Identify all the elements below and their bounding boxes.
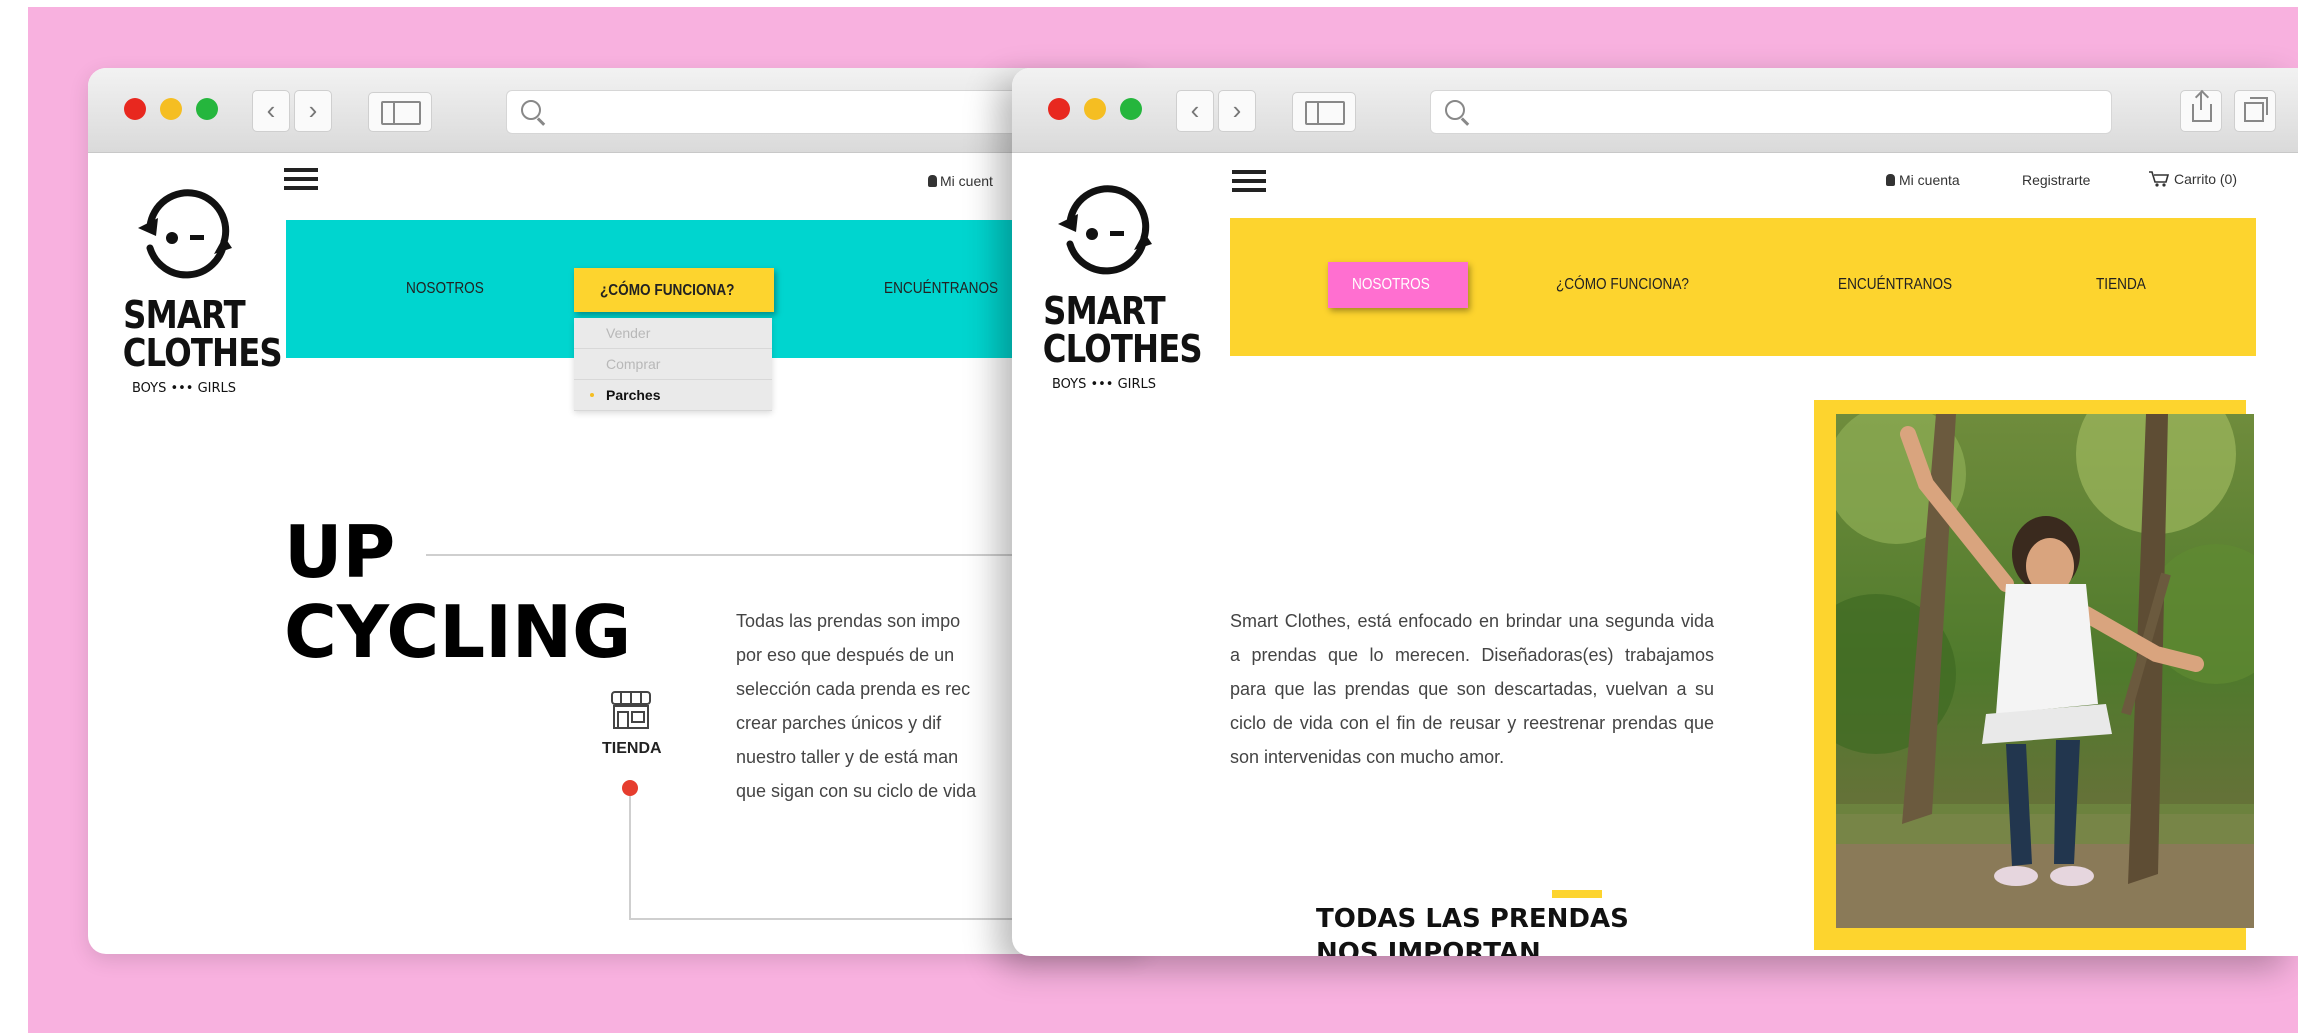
- chevron-left-icon: ‹: [1190, 95, 1200, 125]
- minimize-window-button[interactable]: [1084, 98, 1106, 120]
- search-icon: [1445, 100, 1465, 120]
- dropdown-menu: Vender Comprar Parches: [574, 318, 772, 411]
- timeline-dot: [622, 780, 638, 796]
- hero-title-line1: UP: [284, 510, 396, 594]
- sidebar-icon: [381, 101, 421, 125]
- menu-item-como-funciona[interactable]: ¿CÓMO FUNCIONA?: [574, 268, 774, 312]
- account-link[interactable]: Mi cuenta: [1886, 172, 1960, 188]
- browser-window-left: ‹ › Mi cuent SMART CLOTHES BOYS ••• GIRL…: [88, 68, 1148, 954]
- cart-icon: [2148, 170, 2170, 191]
- address-bar[interactable]: [1430, 90, 2112, 134]
- about-paragraph: Smart Clothes, está enfocado en brindar …: [1230, 611, 1714, 767]
- menu-item-encuentranos[interactable]: ENCUÉNTRANOS: [1838, 276, 1952, 294]
- menu-item-nosotros[interactable]: NOSOTROS: [406, 280, 484, 298]
- headline: TODAS LAS PRENDAS NOS IMPORTAN: [1316, 904, 1629, 956]
- menu-item-como-funciona[interactable]: ¿CÓMO FUNCIONA?: [1556, 276, 1689, 294]
- user-icon: [1886, 174, 1895, 186]
- hero-title-line2: CYCLING: [284, 590, 632, 674]
- sidebar-icon: [1305, 101, 1345, 125]
- sidebar-toggle-button[interactable]: [368, 92, 432, 132]
- smart-clothes-logo[interactable]: SMART CLOTHES BOYS ••• GIRLS: [1032, 180, 1203, 394]
- chevron-left-icon: ‹: [266, 95, 276, 125]
- chevron-right-icon: ›: [308, 95, 318, 125]
- menu-item-nosotros[interactable]: NOSOTROS: [1328, 262, 1468, 308]
- sidebar-toggle-button[interactable]: [1292, 92, 1356, 132]
- menu-item-tienda[interactable]: TIENDA: [2096, 276, 2146, 294]
- hamburger-menu-icon[interactable]: [284, 168, 318, 192]
- close-window-button[interactable]: [124, 98, 146, 120]
- main-menu-bar: NOSOTROS ¿CÓMO FUNCIONA? ENCUÉNTRANOS TI…: [1230, 218, 2256, 356]
- maximize-window-button[interactable]: [1120, 98, 1142, 120]
- browser-toolbar: ‹ ›: [88, 68, 1148, 153]
- headline-accent-top: [1552, 890, 1602, 898]
- share-button[interactable]: [2180, 90, 2222, 132]
- smiley-logo-icon: [1048, 180, 1160, 292]
- smiley-logo-icon: [128, 184, 240, 296]
- chevron-right-icon: ›: [1232, 95, 1242, 125]
- tabs-icon: [2244, 97, 2268, 122]
- dropdown-item-comprar[interactable]: Comprar: [574, 349, 772, 380]
- tabs-button[interactable]: [2234, 90, 2276, 132]
- dropdown-item-vender[interactable]: Vender: [574, 318, 772, 349]
- maximize-window-button[interactable]: [196, 98, 218, 120]
- browser-window-right: ‹ › Mi cuenta Registrarte Carrito (0) SM…: [1012, 68, 2298, 956]
- cart-link[interactable]: Carrito (0): [2148, 170, 2237, 191]
- dropdown-item-parches[interactable]: Parches: [574, 380, 772, 411]
- smart-clothes-logo[interactable]: SMART CLOTHES BOYS ••• GIRLS: [112, 184, 283, 398]
- register-link[interactable]: Registrarte: [2022, 172, 2090, 188]
- account-link[interactable]: Mi cuent: [928, 173, 993, 189]
- back-button[interactable]: ‹: [1176, 90, 1214, 132]
- store-icon[interactable]: [608, 688, 654, 734]
- minimize-window-button[interactable]: [160, 98, 182, 120]
- bullet-icon: [590, 393, 594, 397]
- menu-item-encuentranos[interactable]: ENCUÉNTRANOS: [884, 280, 998, 298]
- timeline-line-vertical: [629, 796, 631, 920]
- child-photo: [1836, 414, 2254, 928]
- forward-button[interactable]: ›: [294, 90, 332, 132]
- store-label: TIENDA: [602, 740, 662, 757]
- close-window-button[interactable]: [1048, 98, 1070, 120]
- browser-toolbar: ‹ ›: [1012, 68, 2298, 153]
- share-icon: [2192, 92, 2212, 122]
- hamburger-menu-icon[interactable]: [1232, 170, 1266, 194]
- search-icon: [521, 100, 541, 120]
- back-button[interactable]: ‹: [252, 90, 290, 132]
- user-icon: [928, 175, 937, 187]
- forward-button[interactable]: ›: [1218, 90, 1256, 132]
